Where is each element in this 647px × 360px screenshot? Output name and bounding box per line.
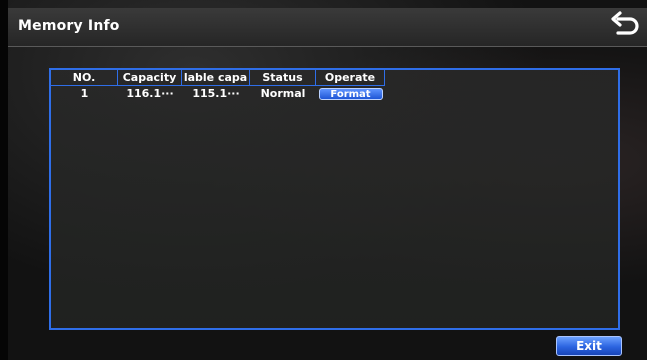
cell-capacity: 116.1··· (126, 87, 174, 100)
page-title: Memory Info (18, 18, 120, 34)
column-header-status: Status (250, 70, 316, 85)
column-header-operate: Operate (316, 70, 385, 85)
column-header-capacity: Capacity (118, 70, 182, 85)
back-arrow-icon (611, 11, 639, 35)
title-bar: Memory Info (8, 8, 647, 47)
memory-table-panel: NO. Capacity lable capa Status Operate 1… (49, 68, 620, 330)
format-button[interactable]: Format (318, 88, 383, 100)
memory-info-screen: Memory Info NO. Capacity lable capa Stat… (0, 0, 647, 360)
exit-button[interactable]: Exit (556, 336, 622, 356)
table-header: NO. Capacity lable capa Status Operate (51, 70, 385, 86)
column-header-no: NO. (51, 70, 118, 85)
cell-status: Normal (260, 87, 306, 100)
back-button[interactable] (609, 10, 643, 44)
cell-no: 1 (80, 87, 89, 100)
table-row: 1 116.1··· 115.1··· Normal Format (51, 86, 385, 101)
cell-operate: Format (316, 86, 385, 101)
screen-bezel (0, 0, 8, 360)
cell-available-capacity: 115.1··· (192, 87, 240, 100)
column-header-available-capacity: lable capa (182, 70, 250, 85)
